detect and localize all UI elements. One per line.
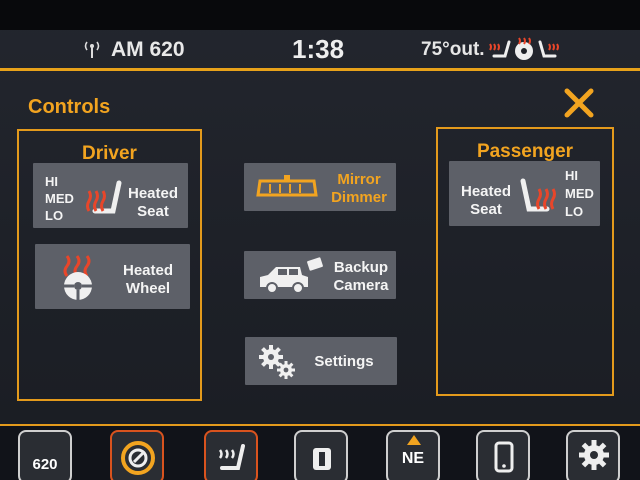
passenger-title: Passenger [476,141,574,162]
heated-seat-icon [86,180,122,214]
settings-label: Settings [314,353,374,370]
heated-seat-label-1: Heated [127,185,179,202]
backup-camera-icon [260,257,323,294]
dock-apps-button[interactable] [294,430,348,480]
level-med: MED [45,191,74,206]
outside-temperature: 75°out. [421,39,485,60]
dock-nav-label: NE [401,450,425,467]
status-divider [0,68,640,71]
heated-wheel-label-2: Wheel [125,280,171,297]
heated-wheel-icon [63,255,92,300]
screen-bezel [0,0,640,30]
mirror-icon [256,175,318,197]
controls-dial-icon [121,441,155,475]
gears-icon [259,345,295,379]
backup-camera-button[interactable]: Backup Camera [244,251,396,299]
dock-divider [0,424,640,426]
status-bar: AM 620 1:38 75°out. [0,30,640,68]
antenna-icon [84,41,100,58]
page-title: Controls [28,96,111,118]
climate-seat-icon [218,444,245,470]
dock-climate-button[interactable] [204,430,258,480]
phone-icon [494,441,514,473]
settings-gear-icon [579,440,609,470]
dock-radio-label: 620 [32,456,58,473]
clock: 1:38 [292,34,345,64]
heated-wheel-label-1: Heated [122,262,174,279]
mirror-dimmer-button[interactable]: Mirror Dimmer [244,163,396,211]
heated-wheel-status-icon [515,37,533,60]
level-lo: LO [45,208,64,223]
mirror-dimmer-label-1: Mirror [337,171,381,188]
dock-settings-button[interactable] [566,430,620,480]
backup-camera-label-2: Camera [333,277,389,294]
passenger-heated-seat-button[interactable]: Heated Seat HI MED LO [449,161,600,226]
close-icon[interactable] [562,86,596,120]
mirror-dimmer-label-2: Dimmer [331,189,387,206]
dock-controls-button[interactable] [110,430,164,480]
settings-button[interactable]: Settings [245,337,397,385]
level-hi: HI [565,168,578,183]
radio-status[interactable]: AM 620 [111,38,185,62]
dock-nav-button[interactable]: NE [386,430,440,480]
heated-wheel-button[interactable]: Heated Wheel [35,244,190,309]
level-med: MED [565,186,594,201]
driver-heated-seat-button[interactable]: HI MED LO Heated Seat [33,163,188,228]
controls-screen: AM 620 1:38 75°out. Controls Driver HI M… [0,0,640,480]
heated-seat-passenger-status-icon [538,40,559,58]
level-lo: LO [565,204,584,219]
heated-seat-label-2: Seat [137,203,169,220]
apps-icon [313,448,331,470]
level-hi: HI [45,174,58,189]
passenger-heated-seat-label-1: Heated [460,183,512,200]
dock-radio-button[interactable]: 620 [18,430,72,480]
driver-title: Driver [82,143,137,164]
compass-arrow-icon [407,435,421,445]
passenger-heated-seat-label-2: Seat [470,201,502,218]
heated-seat-driver-status-icon [489,40,511,58]
dock-phone-button[interactable] [476,430,530,480]
heated-seat-icon [520,178,556,212]
backup-camera-label-1: Backup [333,259,389,276]
